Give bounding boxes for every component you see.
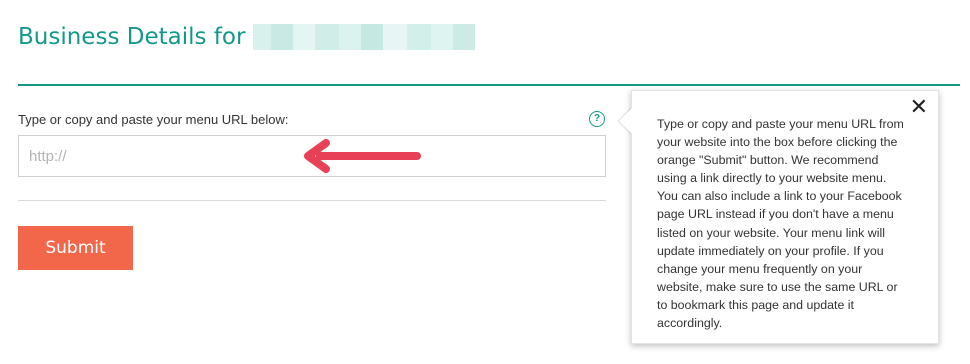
page-title: Business Details for [18, 24, 476, 50]
question-circle-icon[interactable]: ? [589, 111, 605, 127]
submit-button[interactable]: Submit [18, 226, 133, 270]
tooltip-caret-inner [619, 107, 633, 135]
close-icon[interactable]: ✕ [910, 97, 928, 119]
title-divider [18, 84, 960, 86]
left-arrow-icon [304, 139, 421, 173]
help-tooltip: ✕ Type or copy and paste your menu URL f… [631, 90, 939, 344]
tooltip-text: Type or copy and paste your menu URL fro… [657, 117, 904, 331]
menu-url-label: Type or copy and paste your menu URL bel… [18, 112, 289, 127]
redacted-business-name [253, 24, 476, 50]
form-divider [18, 200, 606, 201]
page-title-text: Business Details for [18, 24, 246, 50]
